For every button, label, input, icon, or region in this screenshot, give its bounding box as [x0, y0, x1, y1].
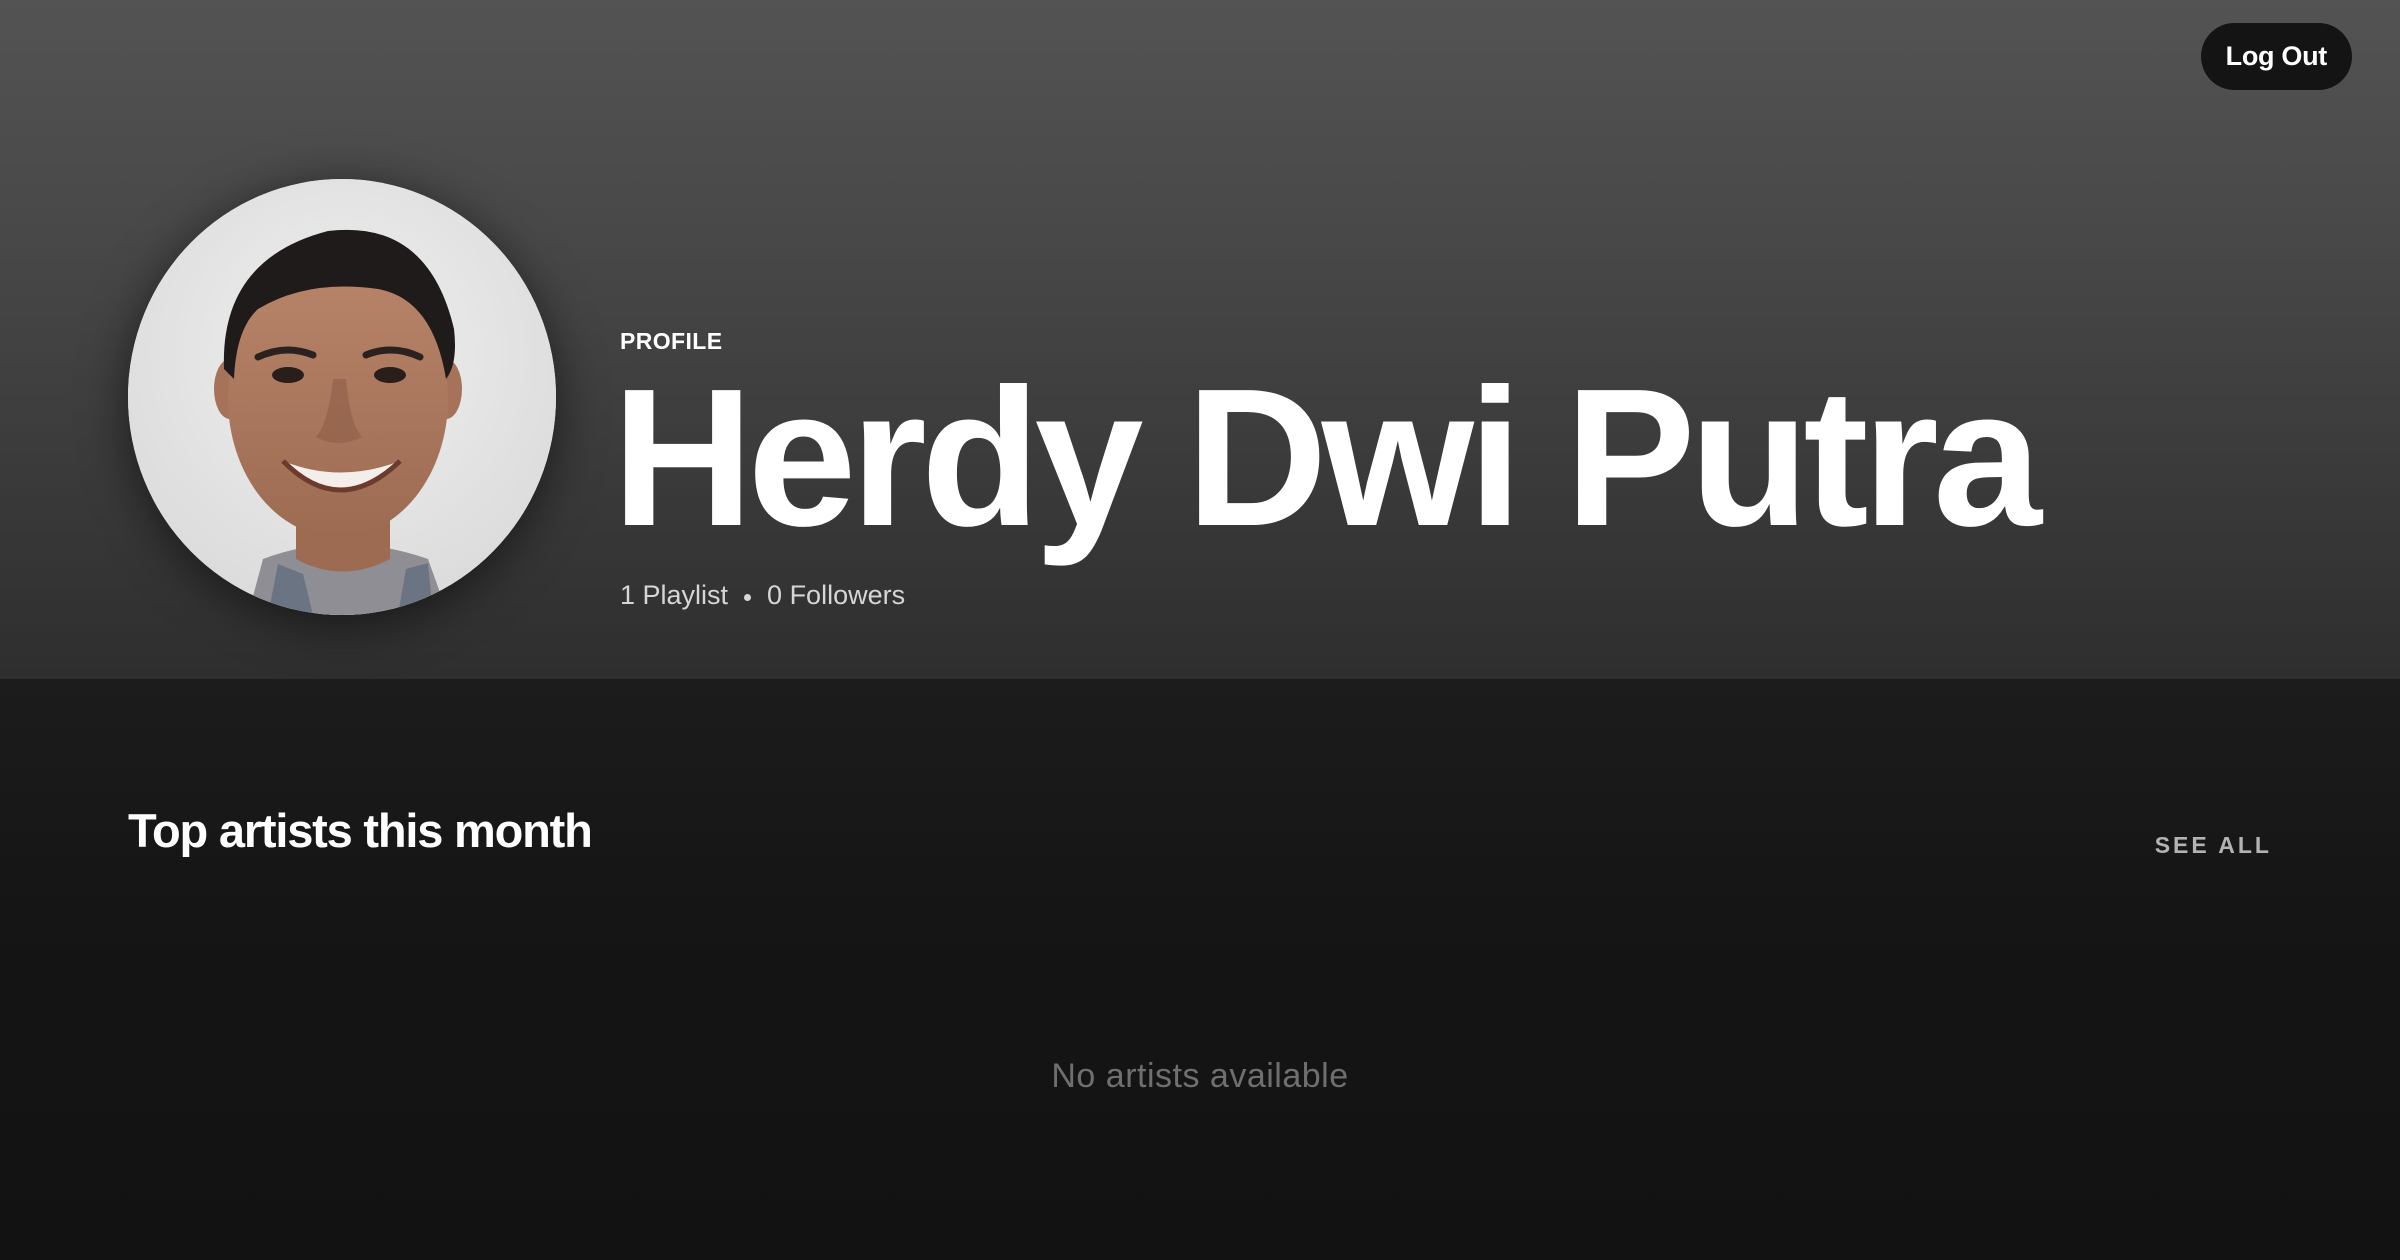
- profile-stats: 1 Playlist 0 Followers: [620, 580, 905, 611]
- playlist-count[interactable]: 1 Playlist: [620, 580, 728, 611]
- followers-count[interactable]: 0 Followers: [767, 580, 905, 611]
- top-artists-section: Top artists this month SEE ALL No artist…: [0, 679, 2400, 1260]
- avatar: [128, 179, 556, 615]
- profile-hero: Log Out PROFILE Herdy Dwi Putra 1 Playli…: [0, 0, 2400, 679]
- empty-state-message: No artists available: [1051, 1057, 1349, 1095]
- see-all-link[interactable]: SEE ALL: [2155, 832, 2272, 859]
- separator-dot-icon: [744, 594, 752, 601]
- logout-button[interactable]: Log Out: [2200, 23, 2352, 90]
- profile-page: Log Out PROFILE Herdy Dwi Putra 1 Playli…: [0, 0, 2400, 1260]
- profile-name: Herdy Dwi Putra: [612, 348, 2042, 567]
- avatar-photo-icon: [128, 179, 556, 615]
- section-title: Top artists this month: [128, 804, 593, 857]
